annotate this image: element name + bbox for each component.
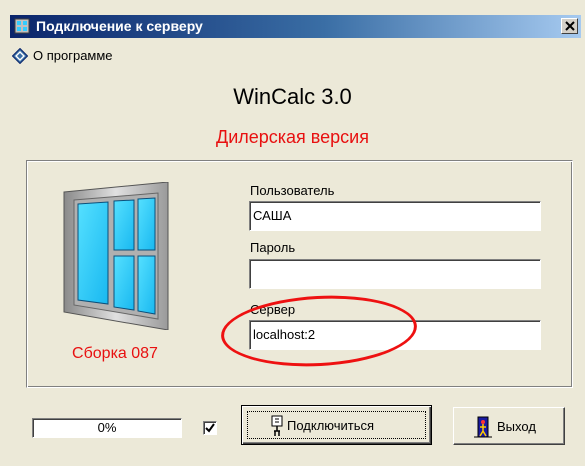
progress-text: 0% [97, 420, 117, 435]
info-diamond-icon [12, 48, 28, 64]
exit-door-icon [474, 416, 492, 438]
close-button[interactable] [561, 18, 578, 34]
app-name: WinCalc 3.0 [233, 84, 352, 109]
server-input[interactable]: localhost:2 [249, 320, 541, 350]
window-logo-icon [63, 182, 169, 330]
exit-button[interactable]: Выход [453, 407, 565, 445]
edition-label: Дилерская версия [216, 127, 369, 147]
exit-label: Выход [497, 419, 536, 434]
connect-plug-icon [271, 415, 283, 436]
server-label: Сервер [250, 302, 296, 317]
checkmark-icon [205, 423, 215, 433]
about-label: О программе [33, 48, 113, 63]
user-label: Пользователь [250, 183, 335, 198]
password-input[interactable] [249, 259, 541, 289]
option-checkbox[interactable] [203, 421, 217, 435]
connect-button[interactable]: Подключиться [241, 405, 432, 445]
password-label: Пароль [250, 240, 296, 255]
title-bar[interactable]: Подключение к серверу [10, 15, 581, 38]
build-label: Сборка 087 [72, 345, 158, 362]
window-title: Подключение к серверу [36, 18, 203, 34]
connect-label: Подключиться [287, 418, 375, 433]
login-dialog: Подключение к серверу О программе WinCal… [0, 0, 585, 466]
user-input[interactable]: САША [249, 201, 541, 231]
connection-progress-bar: 0% [32, 418, 182, 438]
app-icon [14, 18, 30, 34]
close-icon [565, 21, 575, 31]
